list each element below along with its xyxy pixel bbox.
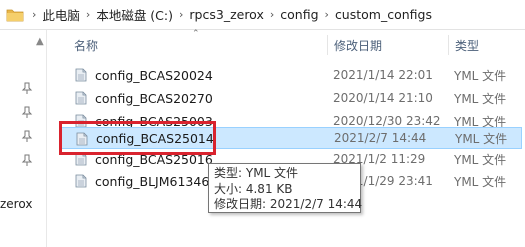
file-date: 2020/1/14 21:10 (333, 91, 433, 105)
sort-ascending-icon: ⌃ (192, 29, 200, 39)
address-bar[interactable]: › 此电脑 › 本地磁盘 (C:) › rpcs3_zerox › config… (0, 0, 525, 30)
file-name: config_BCAS25014 (96, 130, 214, 146)
yml-file-icon (75, 114, 87, 128)
file-date: 2020/12/30 23:42 (333, 114, 441, 128)
pin-icon[interactable] (21, 154, 33, 166)
file-name: config_BCAS25016 (95, 151, 213, 167)
pin-icon[interactable] (21, 82, 33, 94)
breadcrumb-item-local-disk[interactable]: 本地磁盘 (C:) (96, 5, 173, 24)
breadcrumb-item-config[interactable]: config (280, 7, 318, 22)
file-name: config_BLJM61346 (95, 173, 210, 189)
breadcrumb-item-custom-configs[interactable]: custom_configs (335, 7, 432, 22)
yml-file-icon (75, 68, 87, 82)
breadcrumb-separator-icon[interactable]: › (32, 8, 36, 21)
file-type: YML 文件 (455, 131, 508, 146)
column-divider[interactable] (327, 35, 328, 55)
breadcrumb-separator-icon[interactable]: › (325, 8, 329, 21)
tooltip-type: 类型: YML 文件 (214, 166, 299, 180)
navigation-pane: ▲ zerox (0, 30, 47, 247)
yml-file-icon (75, 174, 87, 188)
column-divider[interactable] (448, 35, 449, 55)
file-type: YML 文件 (454, 152, 507, 167)
tooltip-date: 修改日期: 2021/2/7 14:44 (214, 197, 363, 211)
file-date: 2021/2/7 14:44 (334, 131, 427, 145)
breadcrumb-item-this-pc[interactable]: 此电脑 (42, 5, 80, 24)
breadcrumb-separator-icon[interactable]: › (86, 8, 90, 21)
breadcrumb-separator-icon[interactable]: › (270, 8, 274, 21)
file-row[interactable]: config_BCAS25014 2021/2/7 14:44 YML 文件 (60, 127, 522, 149)
file-name: config_BCAS20024 (95, 67, 213, 83)
nav-item-zerox[interactable]: zerox (0, 197, 32, 211)
file-row[interactable]: config_BCAS20270 2020/1/14 21:10 YML 文件 (60, 87, 522, 109)
breadcrumb: 此电脑 › 本地磁盘 (C:) › rpcs3_zerox › config ›… (42, 5, 432, 24)
collapse-caret-icon[interactable]: ▲ (36, 36, 44, 47)
tooltip-size: 大小: 4.81 KB (214, 181, 293, 196)
column-header-name[interactable]: 名称 (74, 37, 98, 54)
pin-icon[interactable] (21, 130, 33, 142)
file-date: 2021/1/14 22:01 (333, 68, 433, 82)
file-row[interactable]: config_BCAS20024 2021/1/14 22:01 YML 文件 (60, 64, 522, 86)
yml-file-icon (75, 91, 87, 105)
breadcrumb-item-rpcs3[interactable]: rpcs3_zerox (189, 7, 263, 22)
file-type: YML 文件 (454, 174, 507, 189)
pin-icon[interactable] (21, 106, 33, 118)
file-name: config_BCAS20270 (95, 90, 213, 106)
yml-file-icon (76, 132, 88, 146)
file-type: YML 文件 (454, 91, 507, 106)
file-info-tooltip: 类型: YML 文件 大小: 4.81 KB 修改日期: 2021/2/7 14… (208, 163, 363, 213)
column-header-date[interactable]: 修改日期 (334, 37, 382, 54)
file-type: YML 文件 (454, 68, 507, 83)
yml-file-icon (75, 152, 87, 166)
breadcrumb-separator-icon[interactable]: › (179, 8, 183, 21)
column-header-type[interactable]: 类型 (455, 37, 479, 54)
folder-icon (6, 8, 24, 22)
